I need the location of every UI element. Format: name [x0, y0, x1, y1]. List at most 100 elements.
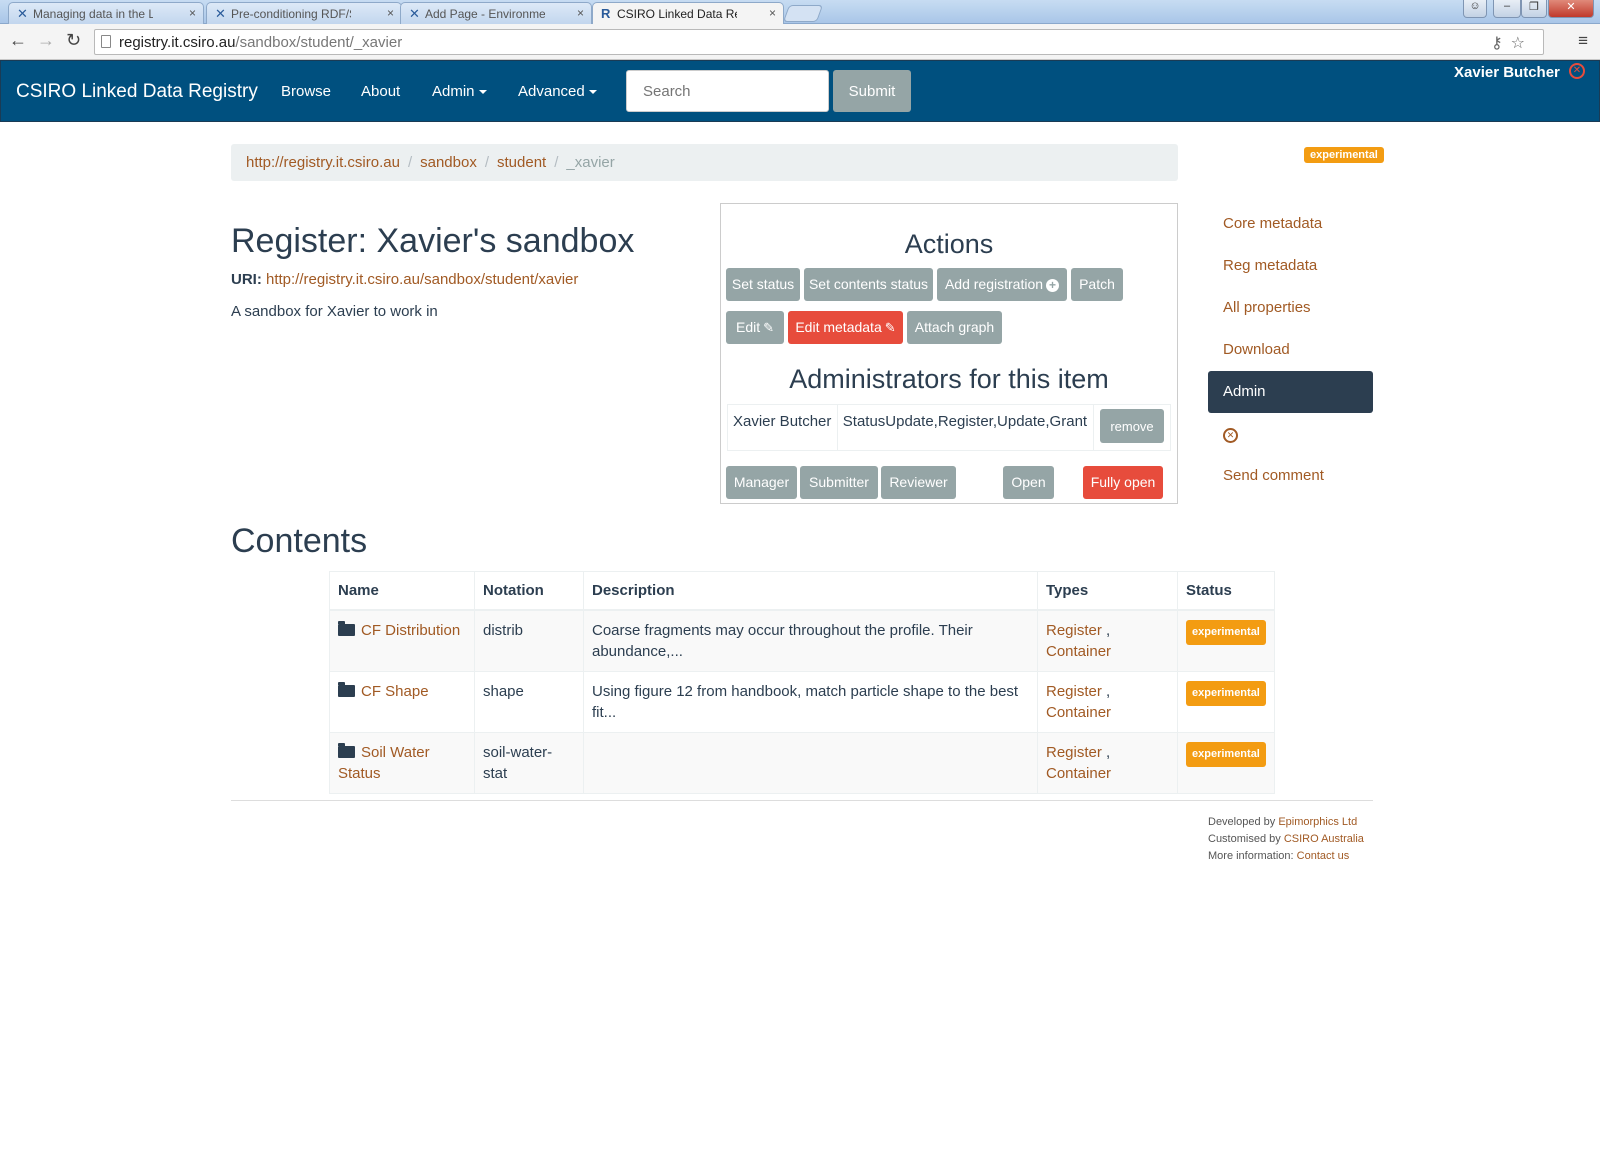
row-types: Register , Container: [1037, 732, 1178, 794]
contents-heading: Contents: [231, 522, 368, 560]
open-button[interactable]: Open: [1003, 466, 1054, 499]
sidenav-core-metadata[interactable]: Core metadata: [1208, 203, 1373, 245]
table-row: CF Distribution distrib Coarse fragments…: [329, 609, 1275, 672]
key-and-star-icons[interactable]: ⚷☆: [1491, 33, 1533, 53]
footer-more: More information: Contact us: [1208, 848, 1364, 865]
browser-tab-1[interactable]: ✕ Managing data in the LDR ×: [8, 2, 204, 24]
set-contents-status-button[interactable]: Set contents status: [804, 268, 933, 301]
footer-developed: Developed by Epimorphics Ltd: [1208, 814, 1364, 831]
nav-about[interactable]: About: [361, 83, 400, 100]
close-tab-icon[interactable]: ×: [577, 6, 584, 20]
row-notation: soil-water-stat: [474, 732, 584, 794]
sidenav-send-comment[interactable]: Send comment: [1208, 455, 1373, 497]
breadcrumb-separator: /: [554, 154, 559, 171]
nav-advanced-dropdown[interactable]: Advanced: [518, 83, 597, 100]
table-row: Soil Water Status soil-water-stat Regist…: [329, 732, 1275, 794]
row-description: [583, 732, 1038, 794]
contents-table: Name Notation Description Types Status C…: [329, 571, 1275, 794]
submitter-button[interactable]: Submitter: [800, 466, 878, 499]
epimorphics-link[interactable]: Epimorphics Ltd: [1278, 816, 1357, 828]
edit-button[interactable]: Edit ✎: [726, 311, 784, 344]
type-link[interactable]: Container: [1046, 765, 1111, 782]
tool-icon: ✕: [215, 6, 226, 21]
reviewer-button[interactable]: Reviewer: [881, 466, 956, 499]
breadcrumb-link-sandbox[interactable]: sandbox: [420, 154, 477, 171]
close-window-button[interactable]: ✕: [1548, 0, 1594, 18]
edit-metadata-button[interactable]: Edit metadata ✎: [788, 311, 903, 344]
type-link[interactable]: Register: [1046, 622, 1102, 639]
edit-metadata-label: Edit metadata: [795, 319, 882, 335]
item-link[interactable]: CF Shape: [361, 683, 429, 700]
footer-customised: Customised by CSIRO Australia: [1208, 831, 1364, 848]
brand-link[interactable]: CSIRO Linked Data Registry: [16, 81, 258, 103]
sidenav-all-properties[interactable]: All properties: [1208, 287, 1373, 329]
browser-tab-2[interactable]: ✕ Pre-conditioning RDF/SKO ×: [206, 2, 402, 24]
registry-favicon-icon: R: [601, 6, 611, 21]
add-registration-button[interactable]: Add registration +: [937, 268, 1067, 301]
nav-browse[interactable]: Browse: [281, 83, 331, 100]
close-tab-icon[interactable]: ×: [769, 6, 776, 20]
browser-tab-bar: ✕ Managing data in the LDR × ✕ Pre-condi…: [0, 0, 1600, 25]
close-tab-icon[interactable]: ×: [189, 6, 196, 20]
footer-text: Developed by: [1208, 816, 1279, 828]
contact-us-link[interactable]: Contact us: [1297, 850, 1350, 862]
sidenav-reg-metadata[interactable]: Reg metadata: [1208, 245, 1373, 287]
browser-menu-icon[interactable]: ≡: [1578, 31, 1588, 51]
user-profile-icon[interactable]: ☺: [1463, 0, 1487, 18]
table-header-row: Name Notation Description Types Status: [329, 571, 1275, 611]
page-icon: [101, 35, 111, 48]
nav-admin-dropdown[interactable]: Admin: [432, 83, 487, 100]
sidenav-download[interactable]: Download: [1208, 329, 1373, 371]
forward-arrow-icon[interactable]: →: [37, 30, 55, 51]
type-link[interactable]: Container: [1046, 704, 1111, 721]
minimize-window-button[interactable]: –: [1493, 0, 1521, 18]
type-link[interactable]: Register: [1046, 683, 1102, 700]
url-input[interactable]: registry.it.csiro.au/sandbox/student/_xa…: [94, 29, 1544, 55]
breadcrumb-separator: /: [407, 154, 413, 171]
edit-icon: ✎: [763, 320, 775, 335]
close-circle-icon: ✕: [1223, 428, 1238, 443]
row-name-cell: Soil Water Status: [329, 732, 475, 794]
manager-button[interactable]: Manager: [726, 466, 797, 499]
breadcrumb: http://registry.it.csiro.au / sandbox / stud…: [231, 144, 1178, 181]
uri-link[interactable]: http://registry.it.csiro.au/sandbox/stud…: [266, 271, 578, 288]
administrators-table: Xavier Butcher StatusUpdate,Register,Upd…: [727, 404, 1171, 451]
column-header-name: Name: [329, 571, 475, 611]
folder-open-icon: [338, 682, 355, 697]
restore-window-button[interactable]: ❐: [1521, 0, 1547, 18]
user-link[interactable]: Xavier Butcher: [1454, 64, 1560, 81]
search-input[interactable]: [626, 70, 829, 112]
url-path: /sandbox/student/_xavier: [235, 34, 403, 51]
browser-tab-3[interactable]: ✕ Add Page - Environmental ×: [400, 2, 592, 24]
attach-graph-button[interactable]: Attach graph: [907, 311, 1002, 344]
reload-icon[interactable]: ↻: [66, 30, 81, 51]
row-types: Register , Container: [1037, 609, 1178, 672]
sidenav-close-item[interactable]: ✕: [1208, 413, 1373, 455]
type-link[interactable]: Register: [1046, 744, 1102, 761]
fully-open-button[interactable]: Fully open: [1083, 466, 1163, 499]
back-arrow-icon[interactable]: ←: [9, 30, 27, 51]
breadcrumb-link-root[interactable]: http://registry.it.csiro.au: [246, 154, 400, 171]
submit-button[interactable]: Submit: [833, 70, 911, 112]
close-tab-icon[interactable]: ×: [387, 6, 394, 20]
row-status-cell: experimental: [1177, 609, 1275, 672]
table-row: Xavier Butcher StatusUpdate,Register,Upd…: [727, 404, 1171, 451]
row-status-cell: experimental: [1177, 732, 1275, 794]
type-link[interactable]: Container: [1046, 643, 1111, 660]
row-name-cell: CF Distribution: [329, 609, 475, 672]
tool-icon: ✕: [409, 6, 420, 21]
folder-open-icon: [338, 621, 355, 636]
tab-label: Managing data in the LDR: [33, 7, 153, 21]
row-name-cell: CF Shape: [329, 671, 475, 733]
item-link[interactable]: CF Distribution: [361, 622, 460, 639]
uri-label: URI:: [231, 271, 262, 288]
sidenav-admin[interactable]: Admin: [1208, 371, 1373, 413]
patch-button[interactable]: Patch: [1071, 268, 1123, 301]
csiro-link[interactable]: CSIRO Australia: [1284, 833, 1364, 845]
new-tab-button[interactable]: [782, 5, 824, 22]
remove-admin-button[interactable]: remove: [1100, 409, 1164, 443]
set-status-button[interactable]: Set status: [726, 268, 800, 301]
logout-icon[interactable]: ✕: [1569, 63, 1585, 79]
breadcrumb-link-student[interactable]: student: [497, 154, 546, 171]
browser-tab-active[interactable]: R CSIRO Linked Data Registr ×: [592, 2, 784, 25]
